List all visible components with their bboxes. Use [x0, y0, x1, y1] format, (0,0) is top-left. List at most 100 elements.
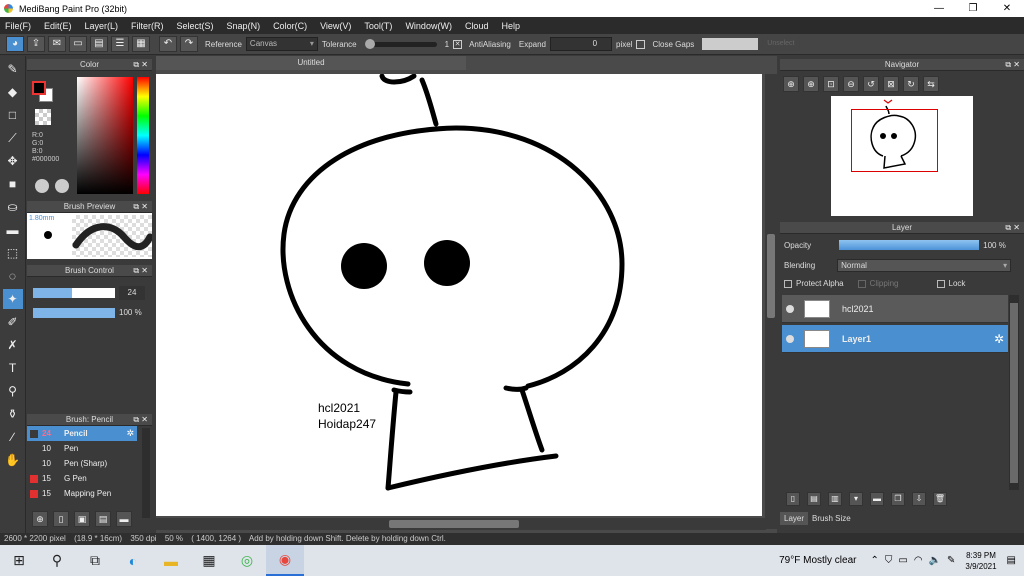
- fit-icon[interactable]: ⊡: [823, 76, 839, 92]
- clock[interactable]: 8:39 PM 3/9/2021: [965, 550, 996, 572]
- list-icon[interactable]: ☰: [111, 36, 129, 52]
- actual-size-icon[interactable]: ⊠: [883, 76, 899, 92]
- menu-tool[interactable]: Tool(T): [364, 21, 392, 31]
- notifications-icon[interactable]: ▤: [1007, 555, 1016, 566]
- wifi-icon[interactable]: ◠: [914, 555, 923, 566]
- canvas-horizontal-scrollbar[interactable]: [156, 518, 766, 530]
- panel-controls-icon[interactable]: ⧉ ✕: [1005, 222, 1020, 234]
- zoom-in-alt-icon[interactable]: ⊕: [803, 76, 819, 92]
- menu-file[interactable]: File(F): [5, 21, 31, 31]
- comment-icon[interactable]: ✉: [48, 36, 66, 52]
- visibility-icon[interactable]: [786, 304, 794, 313]
- color-wheel-icon[interactable]: [55, 179, 69, 193]
- zoom-in-icon[interactable]: ⊕: [783, 76, 799, 92]
- folder-icon[interactable]: ▬: [116, 511, 132, 527]
- undo-icon[interactable]: ↶: [159, 36, 177, 52]
- security-icon[interactable]: ⛉: [885, 555, 893, 566]
- brush-item[interactable]: 10 Pen (Sharp): [27, 456, 137, 471]
- add-layer-menu-icon[interactable]: ▾: [849, 492, 863, 506]
- gear-icon[interactable]: ✲: [994, 332, 1004, 346]
- new-halftone-layer-icon[interactable]: ▤: [807, 492, 821, 506]
- select-rect-tool-icon[interactable]: ⬚: [3, 243, 23, 263]
- redo-icon[interactable]: ↷: [180, 36, 198, 52]
- brush-tool-icon[interactable]: ✎: [3, 59, 23, 79]
- gradient-tool-icon[interactable]: ▬: [3, 220, 23, 240]
- move-tool-icon[interactable]: ✥: [3, 151, 23, 171]
- magic-wand-tool-icon[interactable]: ✦: [2, 289, 23, 309]
- grid-icon[interactable]: ▦: [132, 36, 150, 52]
- message-icon[interactable]: ▭: [69, 36, 87, 52]
- brush-size-slider[interactable]: [33, 287, 115, 298]
- chrome-icon[interactable]: ◎: [228, 545, 266, 576]
- brush-item[interactable]: 15 Mapping Pen: [27, 486, 137, 501]
- document-icon[interactable]: ▤: [90, 36, 108, 52]
- brush-settings-icon[interactable]: ▤: [95, 511, 111, 527]
- menu-snap[interactable]: Snap(N): [227, 21, 261, 31]
- menu-layer[interactable]: Layer(L): [85, 21, 119, 31]
- medibang-taskbar-icon[interactable]: ◉: [266, 545, 304, 576]
- eraser-tool-icon[interactable]: ◆: [3, 82, 23, 102]
- menu-view[interactable]: View(V): [320, 21, 351, 31]
- scroll-thumb[interactable]: [389, 520, 519, 528]
- brush-item[interactable]: 10 Pen: [27, 441, 137, 456]
- copy-brush-icon[interactable]: ▣: [74, 511, 90, 527]
- rotate-left-icon[interactable]: ↺: [863, 76, 879, 92]
- unselect-button[interactable]: Unselect: [762, 37, 800, 51]
- hand-tool-icon[interactable]: ✋: [3, 450, 23, 470]
- menu-select[interactable]: Select(S): [177, 21, 214, 31]
- clipping-checkbox[interactable]: [857, 279, 866, 288]
- scroll-thumb[interactable]: [767, 234, 775, 318]
- select-pen-tool-icon[interactable]: ✐: [3, 312, 23, 332]
- duplicate-layer-icon[interactable]: ❐: [891, 492, 905, 506]
- transparent-color-swatch[interactable]: [35, 109, 51, 125]
- pen-icon[interactable]: ✎: [947, 555, 955, 566]
- menu-edit[interactable]: Edit(E): [44, 21, 72, 31]
- navigator-viewport-frame[interactable]: [851, 109, 938, 172]
- layer-row[interactable]: Layer1 ✲: [782, 325, 1008, 353]
- menu-filter[interactable]: Filter(R): [131, 21, 164, 31]
- flip-icon[interactable]: ⇆: [923, 76, 939, 92]
- new-8bit-layer-icon[interactable]: ▥: [828, 492, 842, 506]
- brush-opacity-slider[interactable]: [33, 307, 115, 318]
- tolerance-knob[interactable]: [364, 38, 375, 49]
- tab-layer[interactable]: Layer: [780, 512, 809, 525]
- blending-select[interactable]: Normal: [837, 259, 1012, 272]
- dropper-tool-icon[interactable]: ∕: [3, 427, 23, 447]
- eyedropper-tool-icon[interactable]: ⚱: [3, 404, 23, 424]
- rotate-right-icon[interactable]: ↻: [903, 76, 919, 92]
- panel-controls-icon[interactable]: ⧉ ✕: [133, 59, 148, 71]
- pen-tool-icon[interactable]: ⟋: [3, 128, 23, 148]
- brush-size-value[interactable]: 24: [119, 285, 145, 300]
- panel-controls-icon[interactable]: ⧉ ✕: [133, 201, 148, 213]
- battery-icon[interactable]: ▭: [898, 555, 907, 566]
- new-brush-icon[interactable]: ▯: [53, 511, 69, 527]
- saturation-value-picker[interactable]: [77, 77, 133, 194]
- scroll-thumb[interactable]: [1010, 303, 1018, 483]
- add-brush-icon[interactable]: ⊕: [32, 511, 48, 527]
- delete-layer-icon[interactable]: 🗑: [933, 492, 947, 506]
- select-eraser-tool-icon[interactable]: ✗: [3, 335, 23, 355]
- tab-brush-size[interactable]: Brush Size: [808, 512, 855, 525]
- menu-window[interactable]: Window(W): [405, 21, 452, 31]
- fill-mode-icon[interactable]: ◕: [6, 36, 24, 52]
- menu-color[interactable]: Color(C): [273, 21, 307, 31]
- merge-layer-icon[interactable]: ⇩: [912, 492, 926, 506]
- close-gaps-checkbox[interactable]: [636, 39, 646, 49]
- volume-icon[interactable]: 🔈: [929, 555, 941, 566]
- file-explorer-icon[interactable]: ▬: [152, 545, 190, 576]
- edge-browser-icon[interactable]: ◐: [114, 545, 152, 576]
- expand-input[interactable]: 0: [550, 37, 613, 51]
- fill-rect-tool-icon[interactable]: ■: [3, 174, 23, 194]
- panel-controls-icon[interactable]: ⧉ ✕: [133, 265, 148, 277]
- visibility-icon[interactable]: [786, 334, 794, 343]
- navigator-thumbnail[interactable]: [831, 96, 973, 216]
- layer-row[interactable]: hcl2021: [782, 295, 1008, 323]
- text-tool-icon[interactable]: T: [3, 358, 23, 378]
- zoom-out-icon[interactable]: ⊖: [843, 76, 859, 92]
- lasso-tool-icon[interactable]: ◌: [3, 266, 23, 286]
- menu-cloud[interactable]: Cloud: [465, 21, 489, 31]
- divide-tool-icon[interactable]: ⚲: [3, 381, 23, 401]
- canvas-tab[interactable]: Untitled: [156, 56, 466, 70]
- rectangle-tool-icon[interactable]: □: [3, 105, 23, 125]
- reference-select[interactable]: Canvas: [245, 37, 318, 51]
